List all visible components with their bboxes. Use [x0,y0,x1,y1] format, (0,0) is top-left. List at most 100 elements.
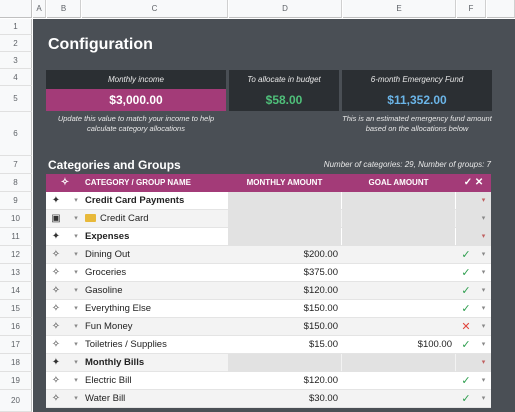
row-header-18[interactable]: 18 [0,354,32,372]
row-dropdown-icon[interactable]: ▾ [68,264,84,282]
row-header-17[interactable]: 17 [0,336,32,354]
monthly-amount[interactable] [228,228,341,246]
goal-amount[interactable] [342,372,455,390]
cross-icon: ✕ [461,321,471,333]
column-header-c[interactable]: C [82,0,228,18]
row-dropdown-icon[interactable]: ▾ [68,228,84,246]
row-header-13[interactable]: 13 [0,264,32,282]
row-header-7[interactable]: 7 [0,156,32,174]
row-dropdown-icon[interactable]: ▾ [68,336,84,354]
status-dropdown-icon[interactable]: ▾ [476,192,491,210]
check-icon [456,228,476,246]
category-name[interactable]: Expenses [85,228,227,246]
row-header-4[interactable]: 4 [0,69,32,86]
check-icon: ✓ [461,267,471,279]
credit-card-icon [85,214,96,223]
status-dropdown-icon[interactable]: ▾ [476,282,491,300]
row-header-11[interactable]: 11 [0,228,32,246]
row-dropdown-icon[interactable]: ▾ [68,372,84,390]
monthly-amount[interactable]: $120.00 [228,282,341,300]
category-sparkle-icon: ✧ [51,393,61,404]
category-name[interactable]: Electric Bill [85,372,227,390]
check-icon [456,210,476,228]
monthly-amount[interactable] [228,192,341,210]
row-header-9[interactable]: 9 [0,192,32,210]
column-header-g[interactable] [487,0,515,18]
column-header-e[interactable]: E [343,0,456,18]
goal-amount[interactable] [342,354,455,372]
monthly-amount[interactable]: $120.00 [228,372,341,390]
column-header-f[interactable]: F [457,0,486,18]
row-header-6[interactable]: 6 [0,112,32,156]
monthly-income-value[interactable]: $3,000.00 [46,89,226,111]
goal-amount[interactable] [342,282,455,300]
status-dropdown-icon[interactable]: ▾ [476,228,491,246]
category-count: Number of categories: 29, Number of grou… [323,160,491,169]
row-header-14[interactable]: 14 [0,282,32,300]
row-header-15[interactable]: 15 [0,300,32,318]
emergency-fund-note: This is an estimated emergency fund amou… [342,114,492,133]
status-dropdown-icon[interactable]: ▾ [476,246,491,264]
row-header-20[interactable]: 20 [0,390,32,412]
row-header-16[interactable]: 16 [0,318,32,336]
status-dropdown-icon[interactable]: ▾ [476,264,491,282]
status-dropdown-icon[interactable]: ▾ [476,318,491,336]
row-dropdown-icon[interactable]: ▾ [68,318,84,336]
status-dropdown-icon[interactable]: ▾ [476,210,491,228]
row-dropdown-icon[interactable]: ▾ [68,246,84,264]
row-dropdown-icon[interactable]: ▾ [68,390,84,408]
row-header-3[interactable]: 3 [0,52,32,69]
goal-amount[interactable] [342,228,455,246]
row-dropdown-icon[interactable]: ▾ [68,354,84,372]
goal-amount[interactable] [342,318,455,336]
category-name[interactable]: Dining Out [85,246,227,264]
status-dropdown-icon[interactable]: ▾ [476,354,491,372]
monthly-amount[interactable] [228,354,341,372]
select-all-corner[interactable] [0,0,32,18]
group-row: ✦ ▾ Credit Card Payments ▾ [46,192,491,210]
category-name-text: Electric Bill [85,375,132,386]
category-name[interactable]: Everything Else [85,300,227,318]
row-dropdown-icon[interactable]: ▾ [68,300,84,318]
category-sparkle-icon: ✧ [51,249,61,260]
row-dropdown-icon[interactable]: ▾ [68,192,84,210]
row-header-12[interactable]: 12 [0,246,32,264]
monthly-amount[interactable]: $150.00 [228,300,341,318]
category-name[interactable]: Toiletries / Supplies [85,336,227,354]
category-name[interactable]: Fun Money [85,318,227,336]
row-header-5[interactable]: 5 [0,86,32,112]
goal-amount[interactable] [342,246,455,264]
row-dropdown-icon[interactable]: ▾ [68,282,84,300]
goal-amount[interactable] [342,300,455,318]
column-header-b[interactable]: B [47,0,81,18]
status-dropdown-icon[interactable]: ▾ [476,372,491,390]
monthly-amount[interactable]: $15.00 [228,336,341,354]
row-header-19[interactable]: 19 [0,372,32,390]
status-dropdown-icon[interactable]: ▾ [476,390,491,408]
goal-amount[interactable] [342,210,455,228]
monthly-amount[interactable]: $200.00 [228,246,341,264]
category-name[interactable]: Water Bill [85,390,227,408]
goal-amount[interactable] [342,390,455,408]
status-dropdown-icon[interactable]: ▾ [476,300,491,318]
category-name[interactable]: Groceries [85,264,227,282]
category-name[interactable]: Credit Card [85,210,227,228]
row-dropdown-icon[interactable]: ▾ [68,210,84,228]
category-name[interactable]: Monthly Bills [85,354,227,372]
monthly-amount[interactable]: $30.00 [228,390,341,408]
category-name[interactable]: Gasoline [85,282,227,300]
category-name[interactable]: Credit Card Payments [85,192,227,210]
row-header-2[interactable]: 2 [0,35,32,52]
goal-amount[interactable] [342,192,455,210]
column-header-a[interactable]: A [33,0,46,18]
monthly-amount[interactable] [228,210,341,228]
row-header-8[interactable]: 8 [0,174,32,192]
goal-amount[interactable]: $100.00 [342,336,455,354]
row-header-10[interactable]: 10 [0,210,32,228]
column-header-d[interactable]: D [229,0,342,18]
row-header-1[interactable]: 1 [0,19,32,35]
monthly-amount[interactable]: $375.00 [228,264,341,282]
monthly-amount[interactable]: $150.00 [228,318,341,336]
status-dropdown-icon[interactable]: ▾ [476,336,491,354]
goal-amount[interactable] [342,264,455,282]
